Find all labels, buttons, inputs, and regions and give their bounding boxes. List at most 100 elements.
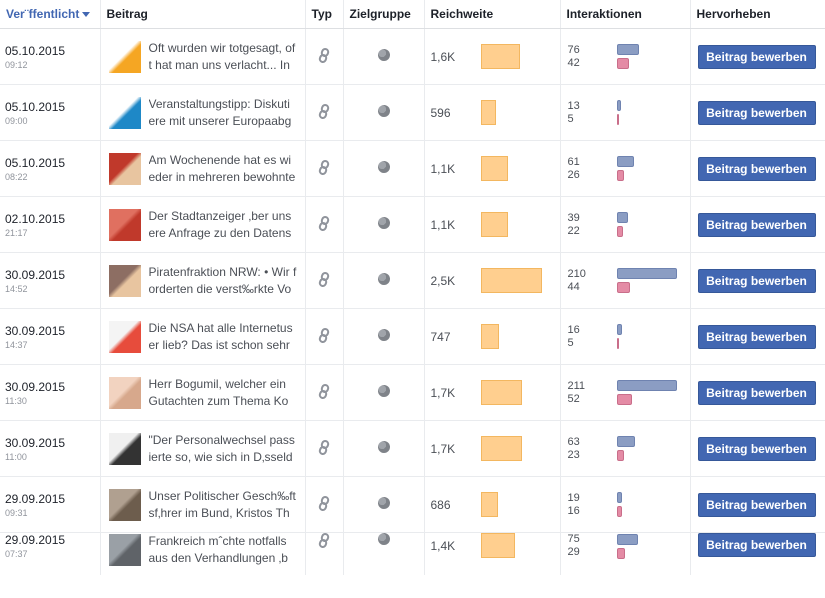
post-cell[interactable]: Am Wochenende hat es wieder in mehreren … [99, 140, 305, 197]
table-row[interactable]: 05.10.2015 09:12 Oft wurden wir totgesagt,… [0, 28, 825, 85]
table-row[interactable]: 05.10.2015 08:22 Am Wochenende hat es wied… [0, 140, 825, 197]
boost-post-button[interactable]: Beitrag bewerben [697, 533, 816, 557]
post-thumbnail[interactable] [108, 488, 141, 521]
post-cell[interactable]: "Der Personalwechsel passierte so, wie s… [99, 420, 305, 477]
post-preview[interactable]: Die NSA hat alle Internetuser lieb? Das … [101, 320, 305, 354]
post-thumbnail[interactable] [108, 376, 141, 409]
table-row[interactable]: 30.09.2015 11:30 Herr Bogumil, welcher ein… [0, 364, 825, 421]
table-row[interactable]: 30.09.2015 14:37 Die NSA hat alle Internet… [0, 308, 825, 365]
post-text[interactable]: "Der Personalwechsel passierte so, wie s… [149, 432, 297, 466]
post-thumbnail[interactable] [108, 320, 141, 353]
boost-post-button[interactable]: Beitrag bewerben [697, 156, 816, 181]
boost-post-button[interactable]: Beitrag bewerben [697, 268, 816, 293]
post-text[interactable]: Der Stadtanzeiger ‚ber unsere Anfrage zu… [149, 208, 297, 242]
post-thumbnail[interactable] [108, 40, 141, 73]
post-preview[interactable]: Oft wurden wir totgesagt, oft hat man un… [101, 40, 305, 74]
audience-cell [342, 532, 424, 575]
table-row[interactable]: 30.09.2015 11:00 "Der Personalwechsel pass… [0, 420, 825, 477]
post-thumbnail[interactable] [108, 96, 141, 129]
column-header-post[interactable]: Beitrag [99, 0, 305, 29]
post-thumbnail[interactable] [108, 208, 141, 241]
reach-value: 2,5K [430, 273, 456, 288]
table-row[interactable]: 02.10.2015 21:17 Der Stadtanzeiger ‚ber un… [0, 196, 825, 253]
table-row[interactable]: 30.09.2015 14:52 Piratenfraktion NRW: • Wi… [0, 252, 825, 309]
post-preview[interactable]: Unser Politischer Gesch‰ftsf‚hrer im Bun… [101, 488, 305, 522]
post-preview[interactable]: Veranstaltungstipp: Diskutiere mit unser… [101, 96, 305, 130]
interactions-cell: 76 42 [559, 28, 690, 85]
reach-wrap: 1,7K [425, 380, 560, 405]
column-header-interactions[interactable]: Interaktionen [559, 0, 690, 29]
post-text[interactable]: Die NSA hat alle Internetuser lieb? Das … [149, 320, 297, 354]
post-text[interactable]: Am Wochenende hat es wieder in mehreren … [149, 152, 297, 186]
boost-post-button[interactable]: Beitrag bewerben [697, 44, 816, 69]
reach-cell: 686 [423, 476, 560, 533]
post-cell[interactable]: Veranstaltungstipp: Diskutiere mit unser… [99, 84, 305, 141]
interaction-bar-secondary [616, 450, 624, 461]
column-header-reach[interactable]: Reichweite [423, 0, 560, 29]
type-cell [304, 476, 343, 533]
published-date: 02.10.2015 [5, 211, 66, 226]
reach-cell: 1,6K [423, 28, 560, 85]
boost-post-button[interactable]: Beitrag bewerben [697, 324, 816, 349]
interactions-wrap: 76 42 [561, 44, 690, 70]
post-text[interactable]: Veranstaltungstipp: Diskutiere mit unser… [149, 96, 297, 130]
interaction-count-secondary: 16 [567, 504, 580, 517]
boost-post-button[interactable]: Beitrag bewerben [697, 492, 816, 517]
interactions-cell: 61 26 [559, 140, 690, 197]
table-row[interactable]: 29.09.2015 07:37 Frankreich mˆchte notfall… [0, 532, 825, 575]
link-icon [318, 533, 330, 551]
interaction-count-secondary: 52 [567, 392, 580, 405]
post-text[interactable]: Oft wurden wir totgesagt, oft hat man un… [149, 40, 297, 74]
post-text[interactable]: Piratenfraktion NRW: • Wir forderten die… [149, 264, 297, 298]
reach-cell: 1,1K [423, 196, 560, 253]
table-row[interactable]: 29.09.2015 09:31 Unser Politischer Gesch‰f… [0, 476, 825, 533]
boost-post-button[interactable]: Beitrag bewerben [697, 380, 816, 405]
post-preview[interactable]: Am Wochenende hat es wieder in mehreren … [101, 152, 305, 186]
post-text[interactable]: Herr Bogumil, welcher ein Gutachten zum … [149, 376, 297, 410]
globe-icon [377, 441, 390, 453]
boost-post-button[interactable]: Beitrag bewerben [697, 212, 816, 237]
boost-post-button[interactable]: Beitrag bewerben [697, 436, 816, 461]
interaction-bars [616, 380, 677, 405]
post-cell[interactable]: Unser Politischer Gesch‰ftsf‚hrer im Bun… [99, 476, 305, 533]
post-preview[interactable]: Frankreich mˆchte notfalls aus den Verha… [101, 533, 305, 567]
interaction-bar-primary [616, 436, 635, 447]
interaction-bar-secondary [616, 394, 632, 405]
post-thumbnail[interactable] [108, 534, 141, 566]
published-cell: 02.10.2015 21:17 [0, 196, 100, 253]
reach-value: 686 [430, 497, 451, 512]
post-preview[interactable]: Piratenfraktion NRW: • Wir forderten die… [101, 264, 305, 298]
post-cell[interactable]: Herr Bogumil, welcher ein Gutachten zum … [99, 364, 305, 421]
globe-icon [377, 161, 390, 173]
published-date: 05.10.2015 [5, 99, 66, 114]
post-cell[interactable]: Oft wurden wir totgesagt, oft hat man un… [99, 28, 305, 85]
post-cell[interactable]: Die NSA hat alle Internetuser lieb? Das … [99, 308, 305, 365]
table-row[interactable]: 05.10.2015 09:00 Veranstaltungstipp: Disku… [0, 84, 825, 141]
post-cell[interactable]: Frankreich mˆchte notfalls aus den Verha… [99, 532, 305, 575]
audience-cell [342, 252, 424, 309]
post-preview[interactable]: Der Stadtanzeiger ‚ber unsere Anfrage zu… [101, 208, 305, 242]
column-header-type[interactable]: Typ [304, 0, 343, 29]
interaction-bar-secondary [616, 338, 619, 349]
post-thumbnail[interactable] [108, 264, 141, 297]
interactions-cell: 19 16 [559, 476, 690, 533]
published-date: 29.09.2015 [5, 533, 66, 547]
post-text[interactable]: Unser Politischer Gesch‰ftsf‚hrer im Bun… [149, 488, 297, 522]
link-icon [318, 215, 330, 234]
post-thumbnail[interactable] [108, 432, 141, 465]
post-preview[interactable]: "Der Personalwechsel passierte so, wie s… [101, 432, 305, 466]
column-header-published[interactable]: Ver¨ffentlicht [0, 0, 100, 29]
interactions-cell: 210 44 [559, 252, 690, 309]
published-date: 30.09.2015 [5, 267, 66, 282]
post-cell[interactable]: Der Stadtanzeiger ‚ber unsere Anfrage zu… [99, 196, 305, 253]
post-thumbnail[interactable] [108, 152, 141, 185]
published-time: 14:52 [5, 283, 28, 294]
boost-post-button[interactable]: Beitrag bewerben [697, 100, 816, 125]
column-header-audience[interactable]: Zielgruppe [342, 0, 424, 29]
post-text[interactable]: Frankreich mˆchte notfalls aus den Verha… [149, 533, 297, 567]
globe-icon [377, 273, 390, 285]
interaction-bar-primary [616, 324, 622, 335]
post-cell[interactable]: Piratenfraktion NRW: • Wir forderten die… [99, 252, 305, 309]
reach-cell: 1,1K [423, 140, 560, 197]
post-preview[interactable]: Herr Bogumil, welcher ein Gutachten zum … [101, 376, 305, 410]
